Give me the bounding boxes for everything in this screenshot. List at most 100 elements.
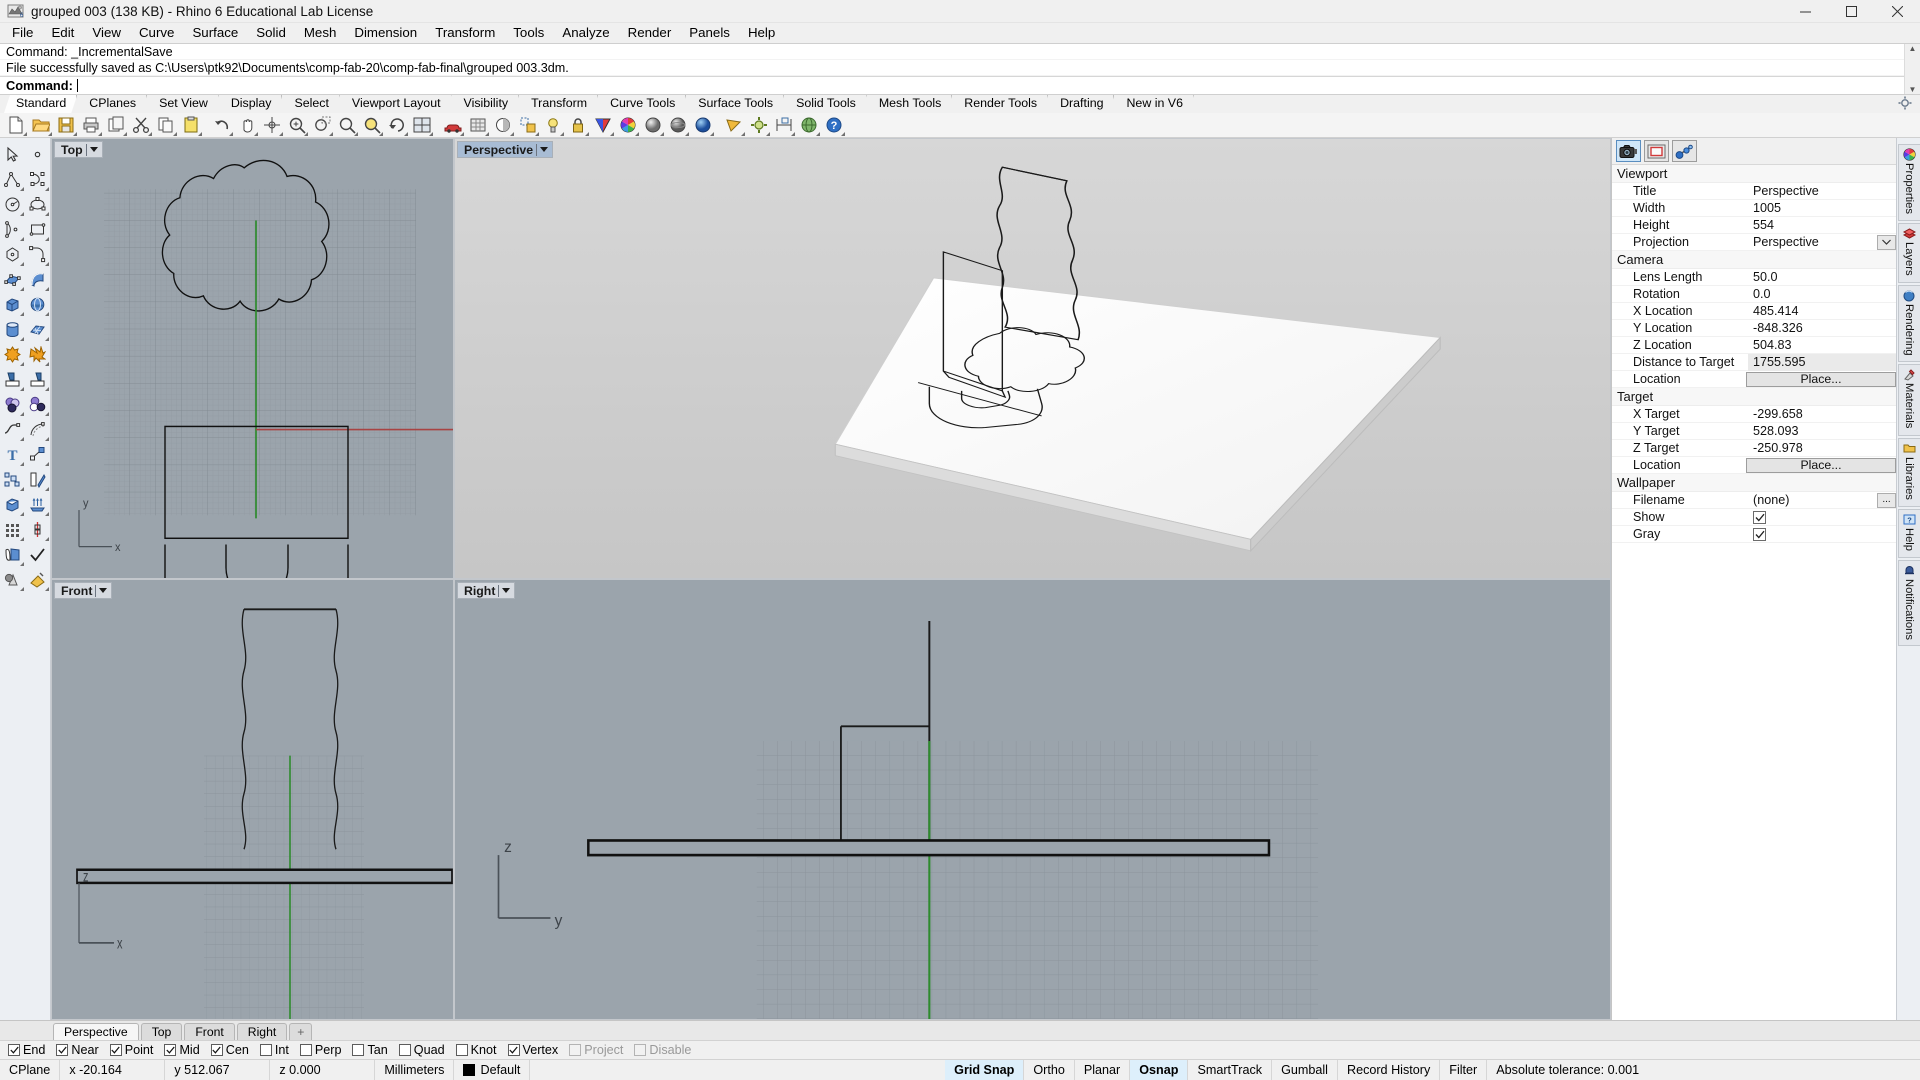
scroll-down-icon[interactable]: ▼	[1909, 85, 1917, 94]
point-light-icon[interactable]	[721, 113, 746, 137]
osnap-point[interactable]: Point	[110, 1043, 154, 1057]
property-value-z-target[interactable]: -250.978	[1748, 440, 1896, 457]
status-toggle-ortho[interactable]: Ortho	[1024, 1060, 1075, 1080]
status-toggle-record-history[interactable]: Record History	[1338, 1060, 1440, 1080]
status-cplane[interactable]: CPlane	[0, 1060, 60, 1080]
mirror-icon[interactable]	[25, 467, 50, 492]
osnap-end-checkbox[interactable]	[8, 1044, 20, 1056]
viewport-top[interactable]: y x Top	[51, 138, 454, 579]
rendered-sphere-icon[interactable]	[665, 113, 690, 137]
menu-item-file[interactable]: File	[3, 23, 42, 43]
property-row-camera-location[interactable]: Location Place...	[1612, 371, 1896, 388]
open-file-icon[interactable]	[28, 113, 53, 137]
blue-sphere-icon[interactable]	[690, 113, 715, 137]
cut-icon[interactable]	[128, 113, 153, 137]
save-file-icon[interactable]	[53, 113, 78, 137]
toolbar-tab-select[interactable]: Select	[282, 95, 339, 113]
viewport-tab-perspective[interactable]: Perspective	[53, 1023, 139, 1040]
status-toggle-planar[interactable]: Planar	[1075, 1060, 1130, 1080]
osnap-tan-checkbox[interactable]	[352, 1044, 364, 1056]
menu-item-analyze[interactable]: Analyze	[553, 23, 618, 43]
property-value-camera-location[interactable]: Place...	[1741, 371, 1896, 388]
fillet-curve-icon[interactable]	[25, 242, 50, 267]
property-row-target-location[interactable]: Location Place...	[1612, 457, 1896, 474]
cap-icon[interactable]	[0, 492, 25, 517]
property-value-height[interactable]: 554	[1748, 217, 1896, 234]
property-value-lens-length[interactable]: 50.0	[1748, 269, 1896, 286]
toolbar-tab-cplanes[interactable]: CPlanes	[77, 95, 147, 113]
menu-item-edit[interactable]: Edit	[42, 23, 83, 43]
osnap-quad-checkbox[interactable]	[399, 1044, 411, 1056]
layer-color-swatch[interactable]	[463, 1064, 475, 1076]
zoom-icon[interactable]	[284, 113, 309, 137]
zoom-previous-icon[interactable]	[384, 113, 409, 137]
target-place-button[interactable]: Place...	[1746, 458, 1896, 473]
trim-icon[interactable]	[25, 367, 50, 392]
extrude-surface-icon[interactable]	[25, 267, 50, 292]
property-value-x-target[interactable]: -299.658	[1748, 406, 1896, 423]
shade-icon[interactable]	[490, 113, 515, 137]
status-toggle-grid-snap[interactable]: Grid Snap	[945, 1060, 1024, 1080]
property-row-height[interactable]: Height 554	[1612, 217, 1896, 234]
surface-from-network-icon[interactable]	[25, 317, 50, 342]
viewport-right[interactable]: z y Right	[454, 579, 1611, 1020]
osnap-int-checkbox[interactable]	[260, 1044, 272, 1056]
property-value-y-target[interactable]: 528.093	[1748, 423, 1896, 440]
panel-tab-libraries[interactable]: Libraries	[1898, 438, 1920, 507]
panel-tab-properties[interactable]: Properties	[1898, 144, 1920, 221]
toolbar-tab-display[interactable]: Display	[219, 95, 283, 113]
menu-item-transform[interactable]: Transform	[426, 23, 504, 43]
command-scrollbar[interactable]: ▲ ▼	[1904, 44, 1920, 94]
paint-bucket-icon[interactable]	[25, 567, 50, 592]
osnap-quad[interactable]: Quad	[399, 1043, 445, 1057]
toolbar-tab-drafting[interactable]: Drafting	[1048, 95, 1114, 113]
menu-item-solid[interactable]: Solid	[247, 23, 295, 43]
viewport-properties-icon[interactable]	[1644, 140, 1669, 162]
status-units[interactable]: Millimeters	[375, 1060, 454, 1080]
command-input[interactable]: Command:	[0, 76, 1904, 94]
osnap-vertex-checkbox[interactable]	[508, 1044, 520, 1056]
menu-item-mesh[interactable]: Mesh	[295, 23, 346, 43]
undo-icon[interactable]	[209, 113, 234, 137]
zoom-dynamic-icon[interactable]	[309, 113, 334, 137]
lock-icon[interactable]	[565, 113, 590, 137]
property-value-projection[interactable]: Perspective	[1748, 234, 1896, 251]
property-row-filename[interactable]: Filename (none) ...	[1612, 492, 1896, 509]
blend-curve-icon[interactable]	[0, 417, 25, 442]
unroll-surface-icon[interactable]	[0, 542, 25, 567]
toolbar-tab-standard[interactable]: Standard	[4, 95, 77, 113]
osnap-disable[interactable]: Disable	[634, 1043, 691, 1057]
property-value-rotation[interactable]: 0.0	[1748, 286, 1896, 303]
viewport-label-top[interactable]: Top	[54, 141, 103, 158]
split-icon[interactable]	[0, 367, 25, 392]
object-link-icon[interactable]	[1672, 140, 1697, 162]
property-row-gray[interactable]: Gray	[1612, 526, 1896, 543]
status-toggle-smarttrack[interactable]: SmartTrack	[1188, 1060, 1272, 1080]
chevron-down-icon[interactable]	[90, 147, 98, 152]
close-button[interactable]	[1874, 0, 1920, 23]
osnap-cen-checkbox[interactable]	[211, 1044, 223, 1056]
viewport-perspective[interactable]: Perspective	[454, 138, 1611, 579]
panel-tab-materials[interactable]: Materials	[1898, 364, 1920, 435]
shade-object-icon[interactable]	[0, 567, 25, 592]
boolean-union-icon[interactable]	[0, 342, 25, 367]
polyline-icon[interactable]	[0, 167, 25, 192]
panel-tab-layers[interactable]: Layers	[1898, 223, 1920, 283]
toolbar-tab-transform[interactable]: Transform	[519, 95, 598, 113]
print-icon[interactable]	[78, 113, 103, 137]
object-properties-icon[interactable]	[515, 113, 540, 137]
chevron-down-icon[interactable]	[540, 147, 548, 152]
browse-ellipsis-icon[interactable]: ...	[1877, 493, 1896, 508]
explode-icon[interactable]	[25, 342, 50, 367]
property-row-y-target[interactable]: Y Target 528.093	[1612, 423, 1896, 440]
camera-place-button[interactable]: Place...	[1746, 372, 1896, 387]
viewport-tab-add-button[interactable]: +	[289, 1023, 312, 1040]
check-icon[interactable]	[25, 542, 50, 567]
property-row-y-location[interactable]: Y Location -848.326	[1612, 320, 1896, 337]
viewport-front[interactable]: z x Front	[51, 579, 454, 1020]
menu-item-dimension[interactable]: Dimension	[345, 23, 426, 43]
osnap-end[interactable]: End	[8, 1043, 45, 1057]
toolbar-tab-set-view[interactable]: Set View	[147, 95, 219, 113]
panel-tab-help[interactable]: ? Help	[1898, 509, 1920, 558]
status-layer[interactable]: Default	[454, 1060, 530, 1080]
